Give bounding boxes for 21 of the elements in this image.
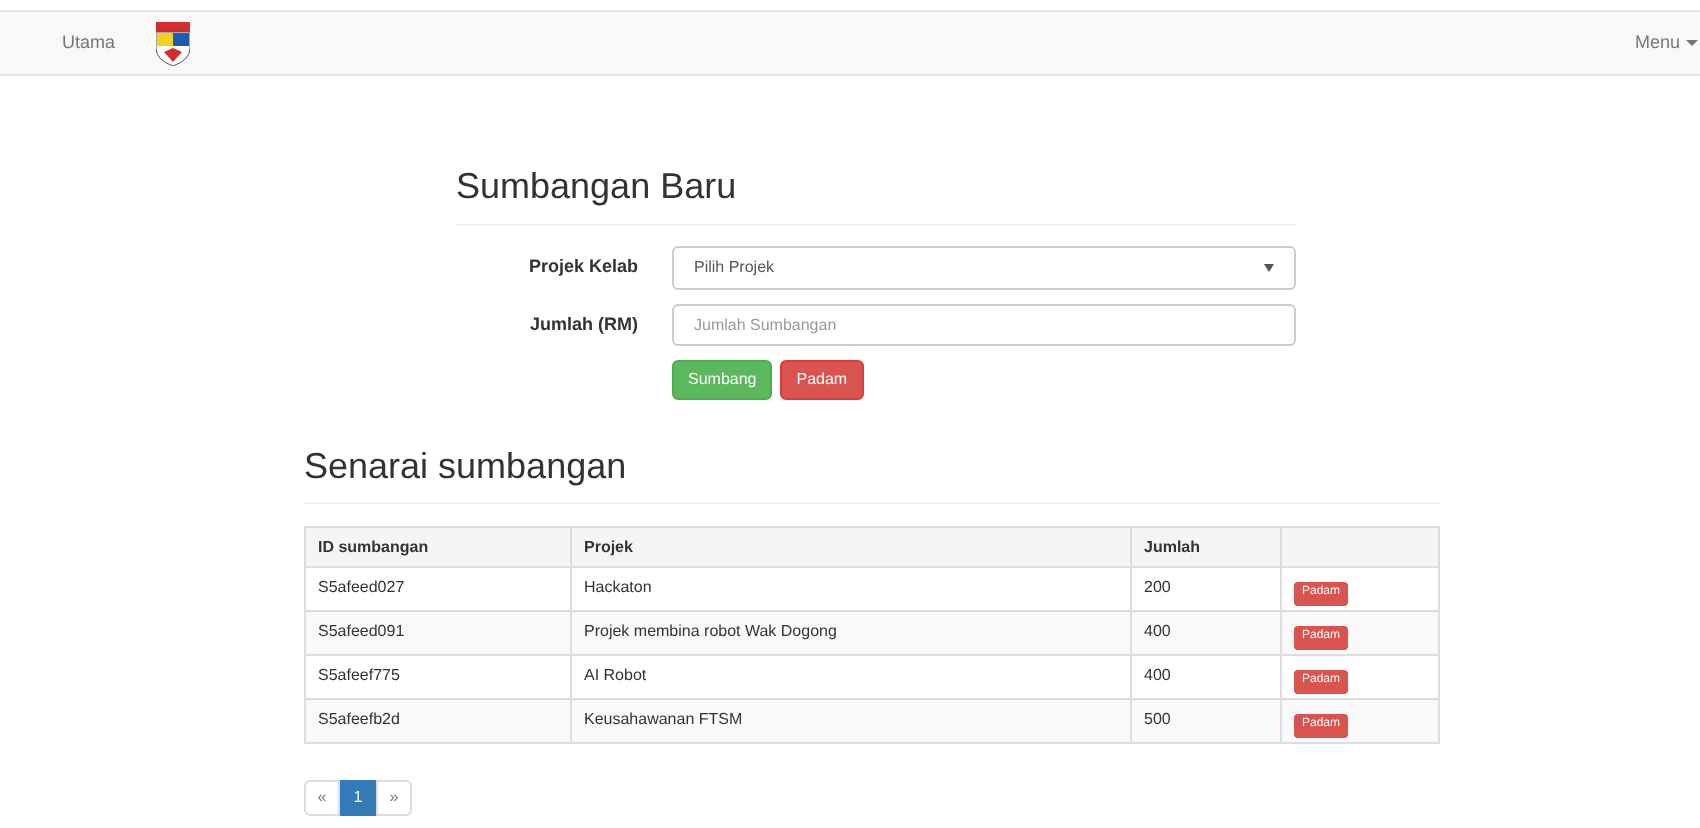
list-title: Senarai sumbangan: [304, 444, 629, 488]
column-header: ID sumbangan: [305, 527, 571, 567]
crest-logo-icon: [155, 21, 190, 65]
page-link[interactable]: »: [376, 780, 412, 816]
column-header: Projek: [571, 527, 1131, 567]
table-cell: S5afeefb2d: [305, 699, 571, 743]
home-link[interactable]: Utama: [62, 29, 116, 57]
amount-input[interactable]: Jumlah Sumbangan: [672, 304, 1296, 346]
caret-icon: [1686, 40, 1698, 46]
page-link[interactable]: «: [304, 780, 340, 816]
submit-button[interactable]: Sumbang: [672, 360, 773, 400]
field-label: Projek Kelab: [526, 254, 640, 281]
table-cell: 500: [1131, 699, 1281, 743]
menu-dropdown[interactable]: Menu: [1634, 29, 1700, 57]
field-label: Jumlah (RM): [528, 311, 640, 338]
form-title: Sumbangan Baru: [456, 164, 739, 208]
caret-icon: [1264, 264, 1274, 272]
delete-button[interactable]: Padam: [780, 360, 864, 400]
project-select[interactable]: Pilih Projek: [672, 246, 1296, 290]
table-cell: Keusahawanan FTSM: [571, 699, 1131, 743]
page-link[interactable]: 1: [340, 780, 376, 816]
